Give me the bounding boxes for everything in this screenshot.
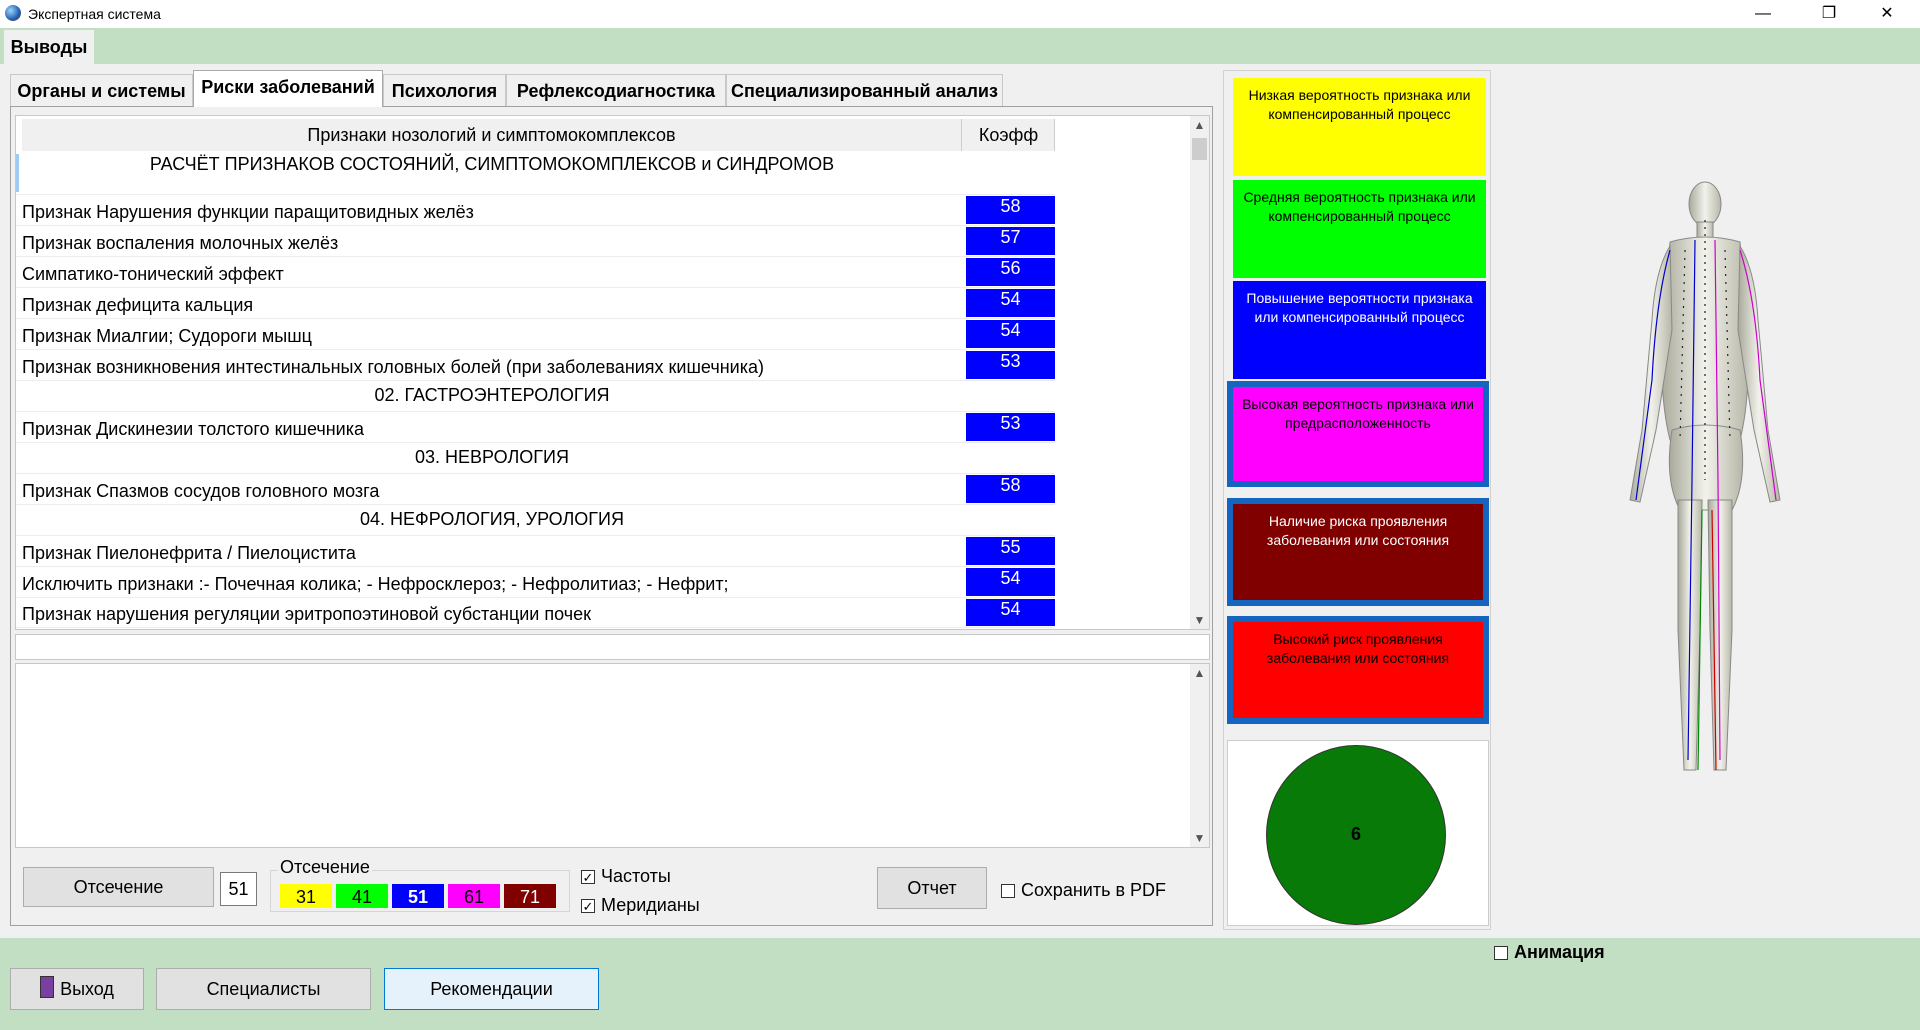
table-row[interactable]: Признак воспаления молочных желёз 57 — [16, 226, 1055, 257]
exit-button[interactable]: Выход — [10, 968, 144, 1010]
table-row[interactable]: Признак дефицита кальция 54 — [16, 288, 1055, 319]
specialists-button[interactable]: Специалисты — [156, 968, 371, 1010]
section-row[interactable]: 02. ГАСТРОЭНТЕРОЛОГИЯ — [16, 381, 1055, 412]
row-name: Признак дефицита кальция — [22, 295, 254, 315]
cutoff-group-label: Отсечение — [278, 857, 372, 878]
tab-specialized-analysis[interactable]: Специализированный анализ — [726, 74, 1003, 106]
grid-title-row: РАСЧЁТ ПРИЗНАКОВ СОСТОЯНИЙ, СИМПТОМОКОМП… — [16, 151, 1055, 195]
door-exit-icon — [40, 976, 55, 998]
row-name: Признак воспаления молочных желёз — [22, 233, 339, 253]
save-pdf-label: Сохранить в PDF — [1021, 880, 1167, 900]
legend-elevated: Повышение вероятности признака или компе… — [1233, 281, 1486, 379]
cutoff-button[interactable]: Отсечение — [23, 867, 214, 907]
row-name: Исключить признаки :- Почечная колика; -… — [22, 574, 729, 594]
cutoff-value-input[interactable]: 51 — [220, 872, 257, 906]
report-button[interactable]: Отчет — [877, 867, 987, 909]
grid-title-text: РАСЧЁТ ПРИЗНАКОВ СОСТОЯНИЙ, СИМПТОМОКОМП… — [149, 154, 835, 174]
close-button[interactable]: ✕ — [1864, 0, 1910, 28]
row-coef: 54 — [966, 320, 1055, 348]
legend-medium: Средняя вероятность признака или компенс… — [1233, 180, 1486, 278]
row-coef: 57 — [966, 227, 1055, 255]
table-row[interactable]: Признак возникновения интестинальных гол… — [16, 350, 1055, 381]
legend-high-risk: Высокий риск проявления заболевания или … — [1227, 616, 1489, 724]
table-row[interactable]: Признак нарушения регуляции эритропоэтин… — [16, 598, 1055, 628]
tab-organs-systems[interactable]: Органы и системы — [10, 74, 193, 106]
title-bar — [0, 0, 1920, 28]
selected-text-field[interactable] — [15, 634, 1210, 660]
legend-risk: Наличие риска проявления заболевания или… — [1227, 498, 1489, 606]
section-title: 04. НЕФРОЛОГИЯ, УРОЛОГИЯ — [360, 509, 624, 529]
cutoff-swatch-blue[interactable]: 51 — [392, 884, 444, 908]
section-row[interactable]: 03. НЕВРОЛОГИЯ — [16, 443, 1055, 474]
row-coef: 53 — [966, 413, 1055, 441]
row-coef: 54 — [966, 568, 1055, 596]
tab-disease-risks[interactable]: Риски заболеваний — [193, 70, 383, 107]
row-coef: 58 — [966, 196, 1055, 224]
row-coef: 53 — [966, 351, 1055, 379]
risk-indicator-circle: 6 — [1266, 745, 1446, 925]
recommendations-button[interactable]: Рекомендации — [384, 968, 599, 1010]
row-coef: 54 — [966, 599, 1055, 626]
meridians-label: Меридианы — [601, 895, 700, 915]
row-coef: 54 — [966, 289, 1055, 317]
table-row[interactable]: Признак Нарушения функции паращитовидных… — [16, 195, 1055, 226]
cutoff-swatch-green[interactable]: 41 — [336, 884, 388, 908]
grid-scroll-thumb[interactable] — [1192, 138, 1207, 160]
frequencies-label: Частоты — [601, 866, 671, 886]
legend-high: Высокая вероятность признака или предрас… — [1227, 381, 1489, 487]
minimize-button[interactable]: — — [1740, 0, 1786, 28]
frequencies-checkbox[interactable]: ✓ — [581, 870, 595, 884]
row-coef: 55 — [966, 537, 1055, 565]
table-row[interactable]: Исключить признаки :- Почечная колика; -… — [16, 567, 1055, 598]
top-tab-strip — [0, 28, 1920, 64]
table-row[interactable]: Признак Спазмов сосудов головного мозга … — [16, 474, 1055, 505]
row-coef: 58 — [966, 475, 1055, 503]
row-name: Признак Дискинезии толстого кишечника — [22, 419, 365, 439]
section-title: 02. ГАСТРОЭНТЕРОЛОГИЯ — [374, 385, 610, 405]
cutoff-swatch-magenta[interactable]: 61 — [448, 884, 500, 908]
table-row[interactable]: Признак Миалгии; Судороги мышц 54 — [16, 319, 1055, 350]
table-row[interactable]: Признак Пиелонефрита / Пиелоцистита 55 — [16, 536, 1055, 567]
scroll-down-icon[interactable]: ▼ — [1190, 829, 1209, 847]
tab-psychology[interactable]: Психология — [383, 74, 506, 106]
animation-label: Анимация — [1514, 942, 1605, 962]
row-name: Признак Нарушения функции паращитовидных… — [22, 202, 474, 222]
cutoff-swatch-yellow[interactable]: 31 — [280, 884, 332, 908]
row-name: Симпатико-тонический эффект — [22, 264, 284, 284]
row-name: Признак Миалгии; Судороги мышц — [22, 326, 312, 346]
window-title: Экспертная система — [28, 6, 161, 22]
tab-reflexodiagnostics[interactable]: Рефлексодиагностика — [506, 74, 726, 106]
row-marker — [16, 154, 19, 192]
cutoff-swatch-maroon[interactable]: 71 — [504, 884, 556, 908]
row-name: Признак нарушения регуляции эритропоэтин… — [22, 604, 591, 624]
column-header-coef[interactable]: Коэфф — [963, 119, 1055, 151]
section-row[interactable]: 04. НЕФРОЛОГИЯ, УРОЛОГИЯ — [16, 505, 1055, 536]
legend-low: Низкая вероятность признака или компенси… — [1233, 78, 1486, 176]
details-memo[interactable] — [15, 663, 1210, 848]
table-row[interactable]: Симпатико-тонический эффект 56 — [16, 257, 1055, 288]
human-body-meridian-figure[interactable] — [1600, 180, 1810, 780]
animation-checkbox[interactable] — [1494, 946, 1508, 960]
grid-scrollbar[interactable]: ▲ ▼ — [1190, 116, 1209, 629]
restore-button[interactable]: ❐ — [1806, 0, 1852, 28]
scroll-up-icon[interactable]: ▲ — [1190, 116, 1209, 134]
tab-vyvody[interactable]: Выводы — [4, 30, 94, 64]
scroll-down-icon[interactable]: ▼ — [1190, 611, 1209, 629]
column-header-name[interactable]: Признаки нозологий и симптомокомплексов — [22, 119, 962, 151]
meridians-checkbox[interactable]: ✓ — [581, 899, 595, 913]
scroll-up-icon[interactable]: ▲ — [1190, 664, 1209, 682]
row-coef: 56 — [966, 258, 1055, 286]
table-row[interactable]: Признак Дискинезии толстого кишечника 53 — [16, 412, 1055, 443]
row-name: Признак Пиелонефрита / Пиелоцистита — [22, 543, 356, 563]
app-globe-icon — [5, 5, 21, 21]
exit-label: Выход — [60, 979, 114, 999]
row-name: Признак Спазмов сосудов головного мозга — [22, 481, 380, 501]
memo-scrollbar[interactable]: ▲ ▼ — [1190, 664, 1209, 847]
row-name: Признак возникновения интестинальных гол… — [22, 357, 764, 377]
save-pdf-checkbox[interactable] — [1001, 884, 1015, 898]
section-title: 03. НЕВРОЛОГИЯ — [415, 447, 569, 467]
